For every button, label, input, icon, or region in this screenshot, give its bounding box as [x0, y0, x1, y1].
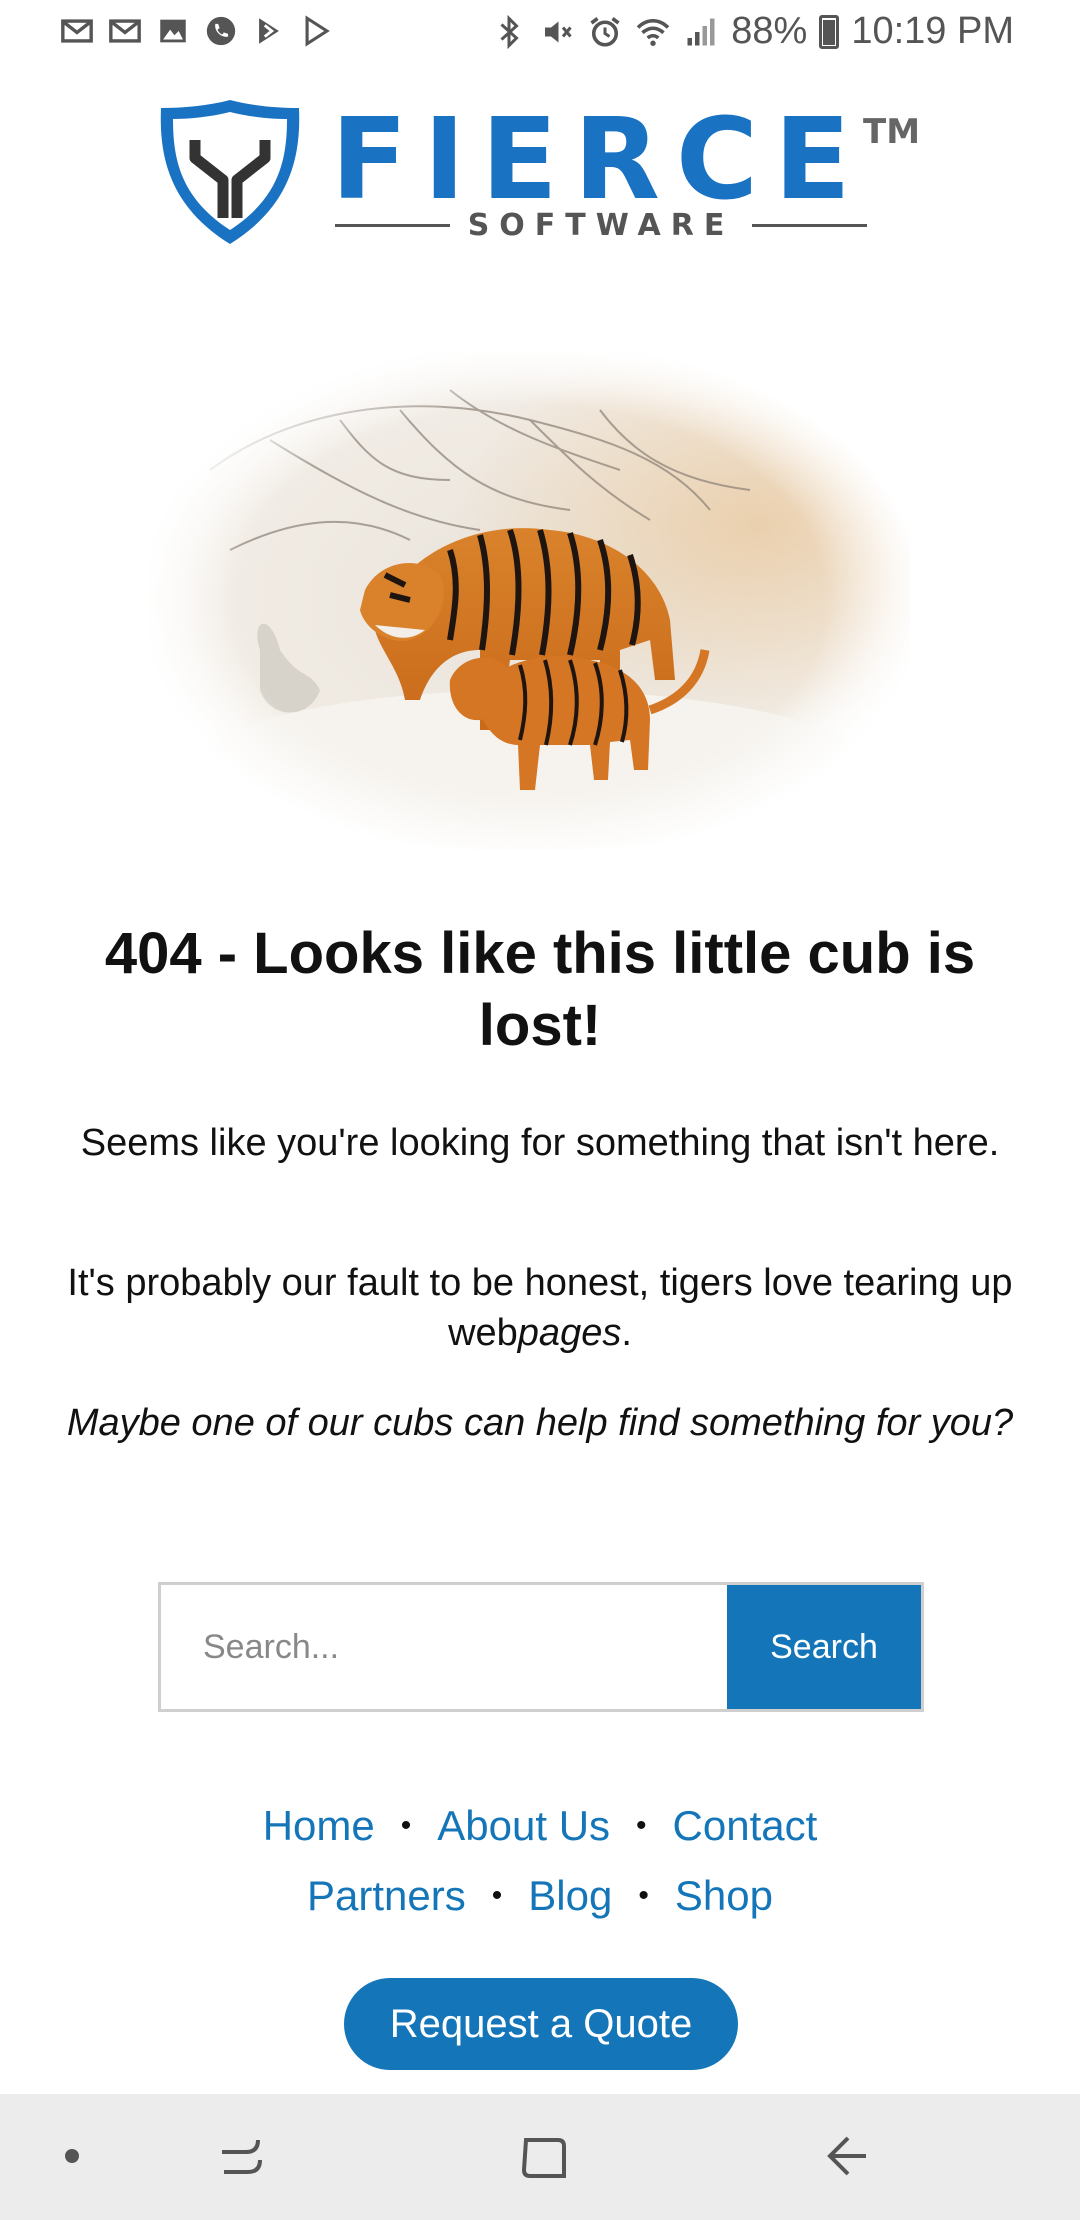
shield-logo-icon	[160, 100, 300, 244]
bluetooth-icon	[500, 14, 519, 49]
phone-icon	[206, 16, 236, 46]
clock: 10:19 PM	[851, 10, 1014, 52]
nav-link-contact[interactable]: Contact	[673, 1802, 818, 1850]
apology-text-end: .	[621, 1312, 632, 1354]
notification-icons	[60, 14, 334, 48]
mute-icon	[545, 21, 572, 42]
logo-subtitle: SOFTWARE	[335, 208, 867, 243]
signal-icon	[687, 18, 715, 45]
system-status: 88% 10:19 PM	[491, 10, 1014, 53]
wifi-icon	[637, 18, 670, 46]
separator: •	[400, 1809, 412, 1842]
tigers-in-snow-image	[150, 350, 910, 850]
request-quote-button[interactable]: Request a Quote	[344, 1978, 738, 2070]
gallery-icon	[160, 19, 186, 43]
help-prompt: Maybe one of our cubs can help find some…	[66, 1402, 1014, 1444]
divider	[335, 224, 450, 227]
nav-link-home[interactable]: Home	[263, 1802, 375, 1850]
logo-subtitle-text: SOFTWARE	[467, 208, 735, 243]
apology-text-emphasis: pages	[517, 1312, 622, 1354]
nav-link-shop[interactable]: Shop	[675, 1872, 773, 1920]
search-input[interactable]	[161, 1585, 727, 1709]
system-navigation-bar	[0, 2094, 1080, 2220]
trademark: TM	[863, 112, 921, 152]
footer-nav-row-1: Home • About Us • Contact	[0, 1802, 1080, 1850]
fierce-software-logo[interactable]: FIERCE TM SOFTWARE	[155, 95, 920, 256]
alarm-icon	[590, 16, 620, 47]
play-store-icon	[259, 18, 279, 44]
dot-icon[interactable]	[62, 2146, 82, 2166]
gmail-icon	[61, 19, 93, 43]
nav-link-about-us[interactable]: About Us	[437, 1802, 610, 1850]
battery-percent: 88%	[731, 10, 808, 52]
nav-link-blog[interactable]: Blog	[528, 1872, 612, 1920]
error-message: Seems like you're looking for something …	[80, 1122, 1000, 1164]
back-icon[interactable]	[822, 2130, 872, 2182]
home-icon[interactable]	[520, 2130, 568, 2182]
divider	[752, 224, 867, 227]
search-button[interactable]: Search	[727, 1585, 921, 1709]
search-form: Search	[158, 1582, 924, 1712]
gmail-icon	[109, 19, 141, 43]
status-bar: 88% 10:19 PM	[0, 0, 1080, 66]
play-store-icon	[305, 15, 330, 47]
logo-wordmark: FIERCE	[331, 95, 867, 225]
apology-text: It's probably our fault to be honest, ti…	[60, 1258, 1020, 1358]
nav-link-partners[interactable]: Partners	[307, 1872, 466, 1920]
recents-icon[interactable]	[216, 2130, 266, 2182]
hero-illustration	[150, 350, 910, 850]
page-title: 404 - Looks like this little cub is lost…	[104, 921, 976, 1058]
battery-icon	[819, 14, 840, 49]
separator: •	[491, 1879, 503, 1912]
separator: •	[636, 1809, 647, 1842]
separator: •	[638, 1879, 649, 1912]
footer-nav-row-2: Partners • Blog • Shop	[0, 1872, 1080, 1920]
